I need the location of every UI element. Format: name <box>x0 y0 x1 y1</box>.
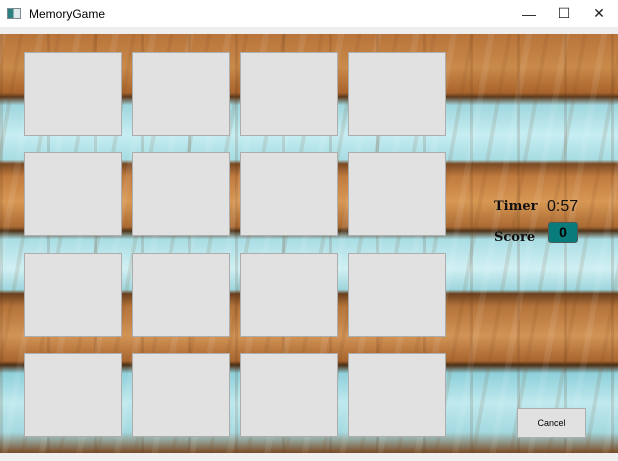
memory-card[interactable] <box>132 253 230 337</box>
minimize-button[interactable]: — <box>512 0 546 27</box>
memory-card[interactable] <box>24 253 122 337</box>
maximize-button[interactable]: ☐ <box>547 0 581 27</box>
memory-card[interactable] <box>348 353 446 437</box>
memory-card[interactable] <box>348 152 446 236</box>
memory-card[interactable] <box>24 152 122 236</box>
memory-card[interactable] <box>240 152 338 236</box>
app-icon <box>7 8 21 19</box>
close-button[interactable]: ✕ <box>582 0 616 27</box>
score-value: 0 <box>548 222 578 243</box>
timer-value: 0:57 <box>547 198 579 215</box>
memory-card[interactable] <box>132 353 230 437</box>
memory-card[interactable] <box>132 52 230 136</box>
title-bar: MemoryGame — ☐ ✕ <box>0 0 618 27</box>
menu-strip <box>0 27 618 34</box>
score-label: Score <box>494 230 536 245</box>
cancel-button[interactable]: Cancel <box>517 408 586 438</box>
memory-card[interactable] <box>240 52 338 136</box>
memory-card[interactable] <box>240 353 338 437</box>
memory-card[interactable] <box>132 152 230 236</box>
status-strip <box>0 453 618 461</box>
timer-label: Timer <box>494 199 538 214</box>
memory-card[interactable] <box>24 52 122 136</box>
window-title: MemoryGame <box>29 6 106 21</box>
memory-card[interactable] <box>240 253 338 337</box>
memory-card[interactable] <box>24 353 122 437</box>
memory-card[interactable] <box>348 253 446 337</box>
memory-card[interactable] <box>348 52 446 136</box>
